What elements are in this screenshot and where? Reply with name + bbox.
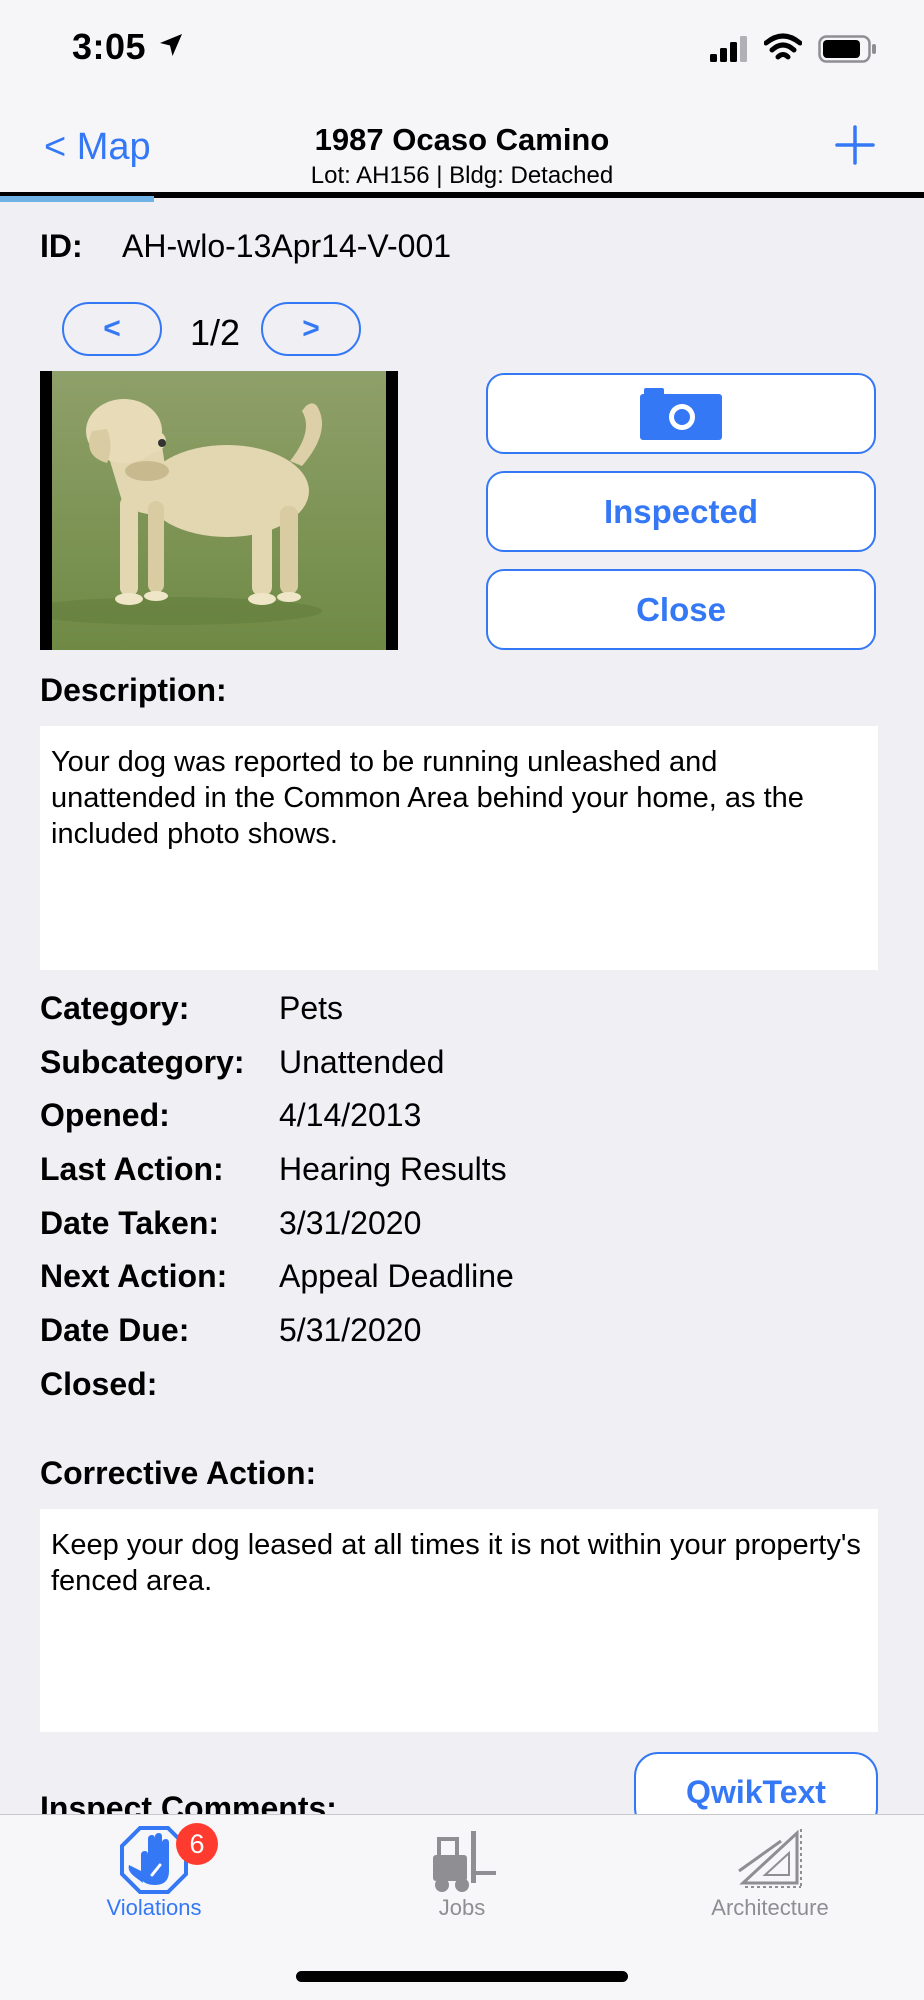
- opened-value: 4/14/2013: [279, 1097, 422, 1133]
- status-bar: 3:05: [0, 0, 924, 100]
- date-due-label: Date Due:: [40, 1312, 190, 1348]
- previous-photo-button[interactable]: <: [62, 302, 162, 356]
- tab-jobs-label: Jobs: [438, 1895, 486, 1920]
- close-violation-button[interactable]: Close: [486, 569, 876, 650]
- subcategory-label: Subcategory:: [40, 1044, 245, 1080]
- nav-progress-indicator: [0, 196, 154, 202]
- page-subtitle: Lot: AH156 | Bldg: Detached: [310, 162, 614, 189]
- date-due-value: 5/31/2020: [279, 1312, 422, 1348]
- next-action-value: Appeal Deadline: [279, 1258, 514, 1294]
- forklift-icon: [433, 1831, 496, 1892]
- category-value: Pets: [279, 990, 344, 1026]
- corrective-action-label: Corrective Action:: [40, 1455, 317, 1491]
- last-action-value: Hearing Results: [279, 1151, 507, 1187]
- subcategory-value: Unattended: [279, 1044, 445, 1080]
- page-title: 1987 Ocaso Camino: [314, 122, 610, 157]
- date-taken-label: Date Taken:: [40, 1205, 220, 1241]
- date-taken-value: 3/31/2020: [279, 1205, 422, 1241]
- dog-photo-image: [52, 371, 386, 650]
- tab-violations-label: Violations: [106, 1895, 202, 1920]
- add-photo-button[interactable]: [486, 373, 876, 454]
- tab-jobs[interactable]: Jobs: [308, 1815, 616, 1925]
- battery-icon: [818, 35, 876, 63]
- status-time: 3:05: [72, 26, 147, 67]
- tab-architecture-label: Architecture: [711, 1895, 829, 1920]
- id-label: ID:: [40, 228, 83, 264]
- inspected-button[interactable]: Inspected: [486, 471, 876, 552]
- violations-count-badge: 6: [176, 1823, 218, 1865]
- camera-icon: [640, 388, 722, 440]
- last-action-label: Last Action:: [40, 1151, 224, 1187]
- cellular-signal-icon: [710, 36, 747, 62]
- back-to-map-button[interactable]: < Map: [44, 126, 151, 169]
- corrective-action-textbox[interactable]: Keep your dog leased at all times it is …: [40, 1509, 878, 1732]
- add-icon[interactable]: [834, 124, 876, 166]
- tab-violations[interactable]: 6 Violations: [0, 1815, 308, 1925]
- next-action-label: Next Action:: [40, 1258, 228, 1294]
- home-indicator[interactable]: [296, 1971, 628, 1982]
- closed-label: Closed:: [40, 1366, 158, 1402]
- next-photo-button[interactable]: >: [261, 302, 361, 356]
- description-label: Description:: [40, 672, 227, 708]
- wifi-icon: [764, 33, 802, 60]
- tab-architecture[interactable]: Architecture: [616, 1815, 924, 1925]
- description-textbox[interactable]: Your dog was reported to be running unle…: [40, 726, 878, 970]
- category-label: Category:: [40, 990, 190, 1026]
- opened-label: Opened:: [40, 1097, 170, 1133]
- violation-photo[interactable]: [40, 371, 398, 650]
- architecture-triangle-ruler-icon: [738, 1829, 802, 1888]
- photo-page-count: 1/2: [189, 312, 241, 353]
- id-value: AH-wlo-13Apr14-V-001: [122, 228, 452, 264]
- location-arrow-icon: [160, 34, 182, 56]
